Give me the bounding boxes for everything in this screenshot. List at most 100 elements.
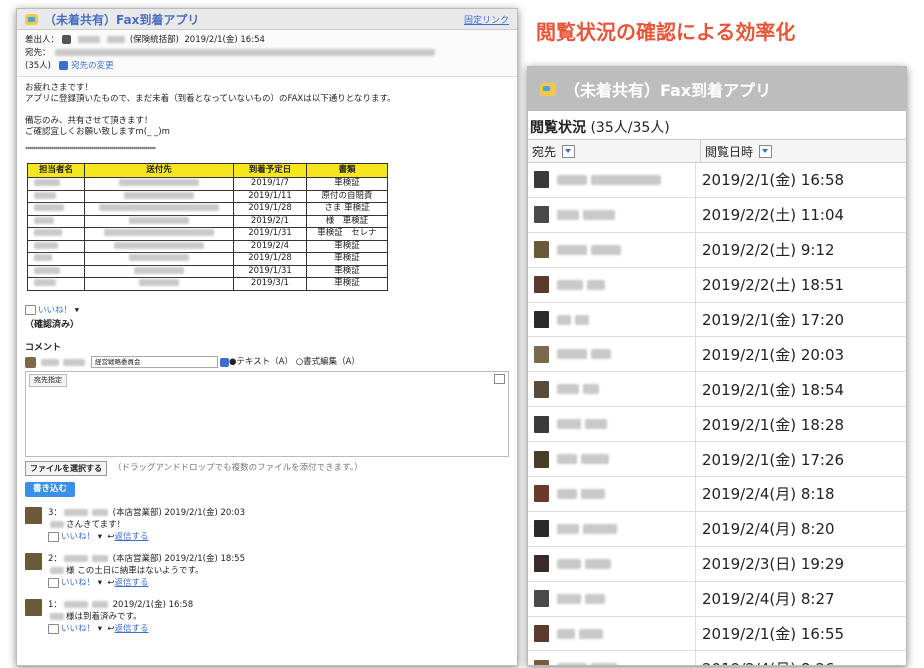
like-icon bbox=[48, 577, 59, 588]
read-time: 2019/2/4(月) 8:27 bbox=[702, 590, 835, 609]
chevron-down-icon[interactable] bbox=[759, 144, 773, 158]
recipient-count: (35人) bbox=[25, 61, 51, 71]
read-time: 2019/2/1(金) 17:26 bbox=[702, 450, 845, 469]
expand-icon[interactable] bbox=[494, 374, 505, 384]
like-link[interactable]: いいね！ bbox=[61, 578, 95, 588]
reader-avatar bbox=[534, 171, 549, 189]
cell-destination bbox=[84, 214, 234, 228]
comment-item: 1： 2019/2/1(金) 16:58 様は到着済みです。 いいね！ ▾ ↩返信す… bbox=[25, 599, 509, 635]
reader-cell bbox=[528, 337, 696, 372]
blurred-name bbox=[78, 36, 101, 43]
cell-date: 2019/1/7 bbox=[233, 177, 307, 191]
cell-date: 2019/1/11 bbox=[233, 189, 307, 203]
user-icon bbox=[59, 61, 69, 70]
read-time: 2019/2/1(金) 20:03 bbox=[702, 345, 845, 364]
fax-table-header: 担当者名 送付先 到着予定日 書類 bbox=[27, 163, 388, 178]
fax-table-row: 2019/2/1 様 車検証 bbox=[27, 214, 388, 228]
recipients-row: 宛先： bbox=[25, 47, 509, 60]
read-status-titlebar: （未着共有）Fax到着アプリ bbox=[528, 67, 906, 111]
read-status-row: 2019/2/4(月) 8:20 bbox=[528, 511, 906, 547]
fax-table: 担当者名 送付先 到着予定日 書類 2019/1/7 車検証 2019/1/11 原付… bbox=[27, 163, 388, 291]
reader-avatar bbox=[534, 206, 549, 224]
address-button[interactable]: 宛先指定 bbox=[29, 374, 67, 387]
comment-actions: いいね！ ▾ ↩返信する bbox=[48, 577, 245, 589]
comment-editor[interactable]: 宛先指定 bbox=[25, 371, 509, 457]
read-status-title: （未着共有）Fax到着アプリ bbox=[564, 81, 772, 100]
format-rich-label: 書式編集（A） bbox=[303, 356, 360, 367]
cell-person bbox=[27, 252, 85, 266]
chevron-down-icon[interactable]: ▾ bbox=[75, 305, 79, 315]
comment-dept: (本店営業部) bbox=[112, 554, 162, 564]
read-status-row: 2019/2/4(月) 8:26 bbox=[528, 651, 906, 665]
col-time-label: 閲覧日時 bbox=[705, 144, 754, 159]
reader-avatar bbox=[534, 555, 549, 573]
comment-text-row: 様 この土日に納車はないようです。 bbox=[48, 565, 245, 577]
reader-avatar bbox=[534, 415, 549, 433]
comment-time: 2019/2/1(金) 18:55 bbox=[164, 554, 245, 564]
reader-cell bbox=[528, 616, 696, 651]
body-line: お疲れさまです！ bbox=[25, 83, 94, 93]
blurred-recipients bbox=[55, 49, 436, 56]
comment-num: 3： bbox=[48, 508, 62, 518]
radio-rich[interactable]: ○ bbox=[296, 357, 303, 368]
reply-icon: ↩ bbox=[107, 578, 115, 588]
message-title: （未着共有）Fax到着アプリ bbox=[44, 12, 200, 27]
reader-avatar bbox=[534, 590, 549, 608]
write-button[interactable]: 書き込む bbox=[25, 482, 76, 497]
comment-text: 様 この土日に納車はないようです。 bbox=[66, 566, 204, 576]
read-status-row: 2019/2/1(金) 20:03 bbox=[528, 337, 906, 373]
reader-cell bbox=[528, 197, 696, 232]
body-line: ご確認宜しくお願い致しますm(_ _)m bbox=[25, 127, 170, 137]
reply-link[interactable]: 返信する bbox=[115, 624, 149, 634]
read-time: 2019/2/2(土) 18:51 bbox=[702, 276, 845, 295]
col-time: 閲覧日時 bbox=[701, 143, 773, 160]
recipient-count-row: (35人) 宛先の変更 bbox=[25, 60, 509, 73]
blurred-name bbox=[63, 358, 85, 366]
cell-destination bbox=[84, 177, 234, 191]
reader-cell bbox=[528, 372, 696, 407]
permalink-link[interactable]: 固定リンク bbox=[464, 13, 509, 26]
cell-person bbox=[27, 264, 85, 278]
cell-destination bbox=[84, 252, 234, 266]
read-status-panel: （未着共有）Fax到着アプリ 閲覧状況 (35人/35人) 宛先 閲覧日時 20… bbox=[527, 66, 907, 666]
app-icon bbox=[25, 13, 38, 25]
col-header: 担当者名 bbox=[27, 163, 85, 178]
chevron-down-icon[interactable] bbox=[562, 144, 576, 158]
reply-icon: ↩ bbox=[107, 532, 115, 542]
radio-text[interactable]: ● bbox=[229, 357, 236, 368]
cell-destination bbox=[84, 264, 234, 278]
like-link[interactable]: いいね！ bbox=[38, 305, 72, 315]
read-status-row: 2019/2/2(土) 18:51 bbox=[528, 267, 906, 303]
cell-doc: 車検証 bbox=[306, 177, 388, 191]
reader-cell bbox=[528, 232, 696, 267]
cell-doc: 車検証 bbox=[306, 252, 388, 266]
like-link[interactable]: いいね！ bbox=[61, 532, 95, 542]
reply-link[interactable]: 返信する bbox=[115, 532, 149, 542]
group-select[interactable]: 経営戦略委員会 bbox=[91, 356, 218, 368]
read-status-row: 2019/2/1(金) 18:28 bbox=[528, 407, 906, 443]
cell-date: 2019/1/31 bbox=[233, 227, 307, 241]
like-icon bbox=[25, 304, 36, 315]
cell-doc: 車検証 bbox=[306, 239, 388, 253]
cell-date: 2019/1/31 bbox=[233, 264, 307, 278]
reader-cell bbox=[528, 267, 696, 302]
headline: 閲覧状況の確認による効率化 bbox=[536, 20, 796, 44]
cell-person bbox=[27, 202, 85, 216]
like-link[interactable]: いいね！ bbox=[61, 624, 95, 634]
read-time: 2019/2/2(土) 11:04 bbox=[702, 206, 845, 225]
comment-content: 1： 2019/2/1(金) 16:58 様は到着済みです。 いいね！ ▾ ↩返信す… bbox=[48, 599, 193, 635]
read-time: 2019/2/1(金) 18:28 bbox=[702, 415, 845, 434]
file-select-button[interactable]: ファイルを選択する bbox=[25, 461, 107, 476]
comment-num: 1： bbox=[48, 600, 62, 610]
reader-cell bbox=[528, 546, 696, 581]
reply-link[interactable]: 返信する bbox=[115, 578, 149, 588]
fax-table-row: 2019/3/1 車検証 bbox=[27, 277, 388, 291]
read-time: 2019/2/2(土) 9:12 bbox=[702, 241, 835, 260]
col-header: 送付先 bbox=[84, 163, 234, 178]
comment-num: 2： bbox=[48, 554, 62, 564]
like-row: いいね！ ▾ bbox=[25, 304, 509, 317]
cell-destination bbox=[84, 202, 234, 216]
read-time: 2019/2/1(金) 17:20 bbox=[702, 311, 845, 329]
select-toggle-icon[interactable] bbox=[220, 357, 229, 367]
change-recipients-link[interactable]: 宛先の変更 bbox=[71, 61, 114, 71]
